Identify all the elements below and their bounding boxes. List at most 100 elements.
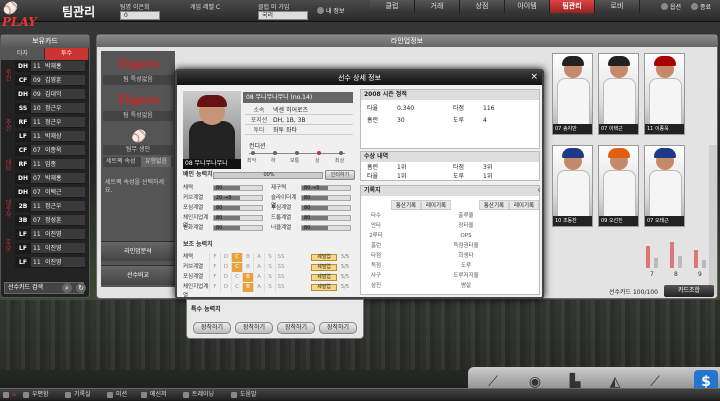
row-name: 이택근 xyxy=(45,189,62,196)
player-compare-button[interactable]: 선수비교 xyxy=(101,265,175,285)
player-card-row[interactable]: RF 11 정근우 xyxy=(15,117,85,128)
card-label: 07 송지만 xyxy=(553,124,592,134)
row-position: 3B xyxy=(15,215,31,226)
player-card-row[interactable]: DH 09 김대익 xyxy=(15,89,85,100)
player-card-row[interactable]: DH 07 이택근 xyxy=(15,187,85,198)
grade-cell: B xyxy=(242,263,253,272)
bottom-item-training[interactable]: 트레이닝 xyxy=(182,389,214,401)
sub-key: 체력 xyxy=(183,254,194,260)
search-icon[interactable]: ⌕ xyxy=(62,283,72,293)
tab-pitcher[interactable]: 투수 xyxy=(45,48,89,60)
row-number: 11 xyxy=(33,63,41,70)
grade-cell: F xyxy=(209,283,220,292)
player-card-row[interactable]: CF 09 김영훈 xyxy=(15,75,85,86)
player-card-row[interactable]: SS 10 정근우 xyxy=(15,103,85,114)
row-number: 09 xyxy=(33,77,41,84)
game-logo: ⚾ PLAY xyxy=(2,1,37,29)
my-info-button[interactable]: 내 정보 xyxy=(316,6,344,16)
menu-team-manage[interactable]: 팀관리 xyxy=(550,0,595,13)
menu-lobby[interactable]: 로비 xyxy=(595,0,640,13)
player-card-row[interactable]: LF 11 박재상 xyxy=(15,131,85,142)
ability-value: 80 xyxy=(304,195,311,201)
bottom-item-records[interactable]: 기록실 xyxy=(64,389,91,401)
record-label: 득점권타율 xyxy=(453,243,479,249)
menu-item[interactable]: 아이템 xyxy=(505,0,550,13)
close-icon[interactable]: × xyxy=(530,72,538,82)
grade-cell: C xyxy=(231,263,242,272)
row-name: 이진영 xyxy=(45,231,62,238)
lineup-player-card[interactable]: 07 오태근 xyxy=(644,145,685,227)
player-card-row[interactable]: 3B 07 정성훈 xyxy=(15,215,85,226)
upgrade-button[interactable]: 세밀업 xyxy=(311,274,337,281)
upgrade-button[interactable]: 세밀업 xyxy=(311,264,337,271)
upgrade-button[interactable]: 세밀업 xyxy=(311,254,337,261)
award-key: 도루 xyxy=(453,173,465,180)
stat-bar xyxy=(678,256,682,268)
lineup-analysis-button[interactable]: 라인업분석 xyxy=(101,241,175,261)
record-label: 도루저지율 xyxy=(453,273,479,279)
bottom-item-mailbox[interactable]: 우편함 xyxy=(22,389,49,401)
player-card-row[interactable]: RF 11 임종 xyxy=(15,159,85,170)
special-ability-title: 특수 능력치 xyxy=(191,306,221,313)
bottom-item-messenger[interactable]: 메신저 xyxy=(140,389,167,401)
ability-row: 변화계열 80 xyxy=(183,224,269,232)
menu-club[interactable]: 클럽 xyxy=(370,0,415,13)
equip-button[interactable]: 장착하기 xyxy=(235,322,273,334)
top-bar: ⚾ PLAY 팀관리 팀명 이은희 게임 레벨 C 클럽 미 가입 0 국리 내… xyxy=(0,0,720,29)
card-label: 10 조동찬 xyxy=(553,216,592,226)
club-label: 클럽 미 가입 xyxy=(258,4,290,11)
bottom-item-help[interactable]: 도움말 xyxy=(230,389,257,401)
tab-batter[interactable]: 타자 xyxy=(1,48,45,60)
player-card-row[interactable]: DH 11 박재홍 xyxy=(15,61,85,72)
ability-row: 드롭계열 80 xyxy=(271,214,357,222)
row-number: 07 xyxy=(33,175,41,182)
row-position: CF xyxy=(15,145,31,156)
team-trait-label-2: 팀 특성없음 xyxy=(103,111,173,121)
photo-tag: 08 무니무나무니 xyxy=(183,159,241,169)
player-card-row[interactable]: LF 11 이진영 xyxy=(15,257,85,268)
player-card-row[interactable]: LF 11 이진영 xyxy=(15,243,85,254)
player-card-row[interactable]: CF 07 이종욱 xyxy=(15,145,85,156)
menu-shop[interactable]: 상점 xyxy=(460,0,505,13)
chevron-left-icon[interactable]: ‹ xyxy=(537,185,541,196)
bar-number: 7 xyxy=(650,271,654,278)
record-label: 희생타 xyxy=(458,253,474,259)
exit-button[interactable]: 종료 xyxy=(690,2,711,12)
equip-button[interactable]: 장착하기 xyxy=(319,322,357,334)
condition-level: 최상 xyxy=(335,158,345,164)
info-value: 넥센 히어로즈 xyxy=(273,107,309,114)
upgrade-button[interactable]: 세밀업 xyxy=(311,284,337,291)
lineup-player-card[interactable]: 07 이택근 xyxy=(598,53,639,135)
lineup-player-card[interactable]: 09 오선진 xyxy=(598,145,639,227)
equip-button[interactable]: 장착하기 xyxy=(277,322,315,334)
info-value: 좌투 좌타 xyxy=(273,127,297,134)
equip-button[interactable]: 장착하기 xyxy=(193,322,231,334)
screen-title: 팀관리 xyxy=(62,5,96,19)
ability-key: 드롭계열 xyxy=(271,215,292,221)
grade-cell: B xyxy=(242,283,253,292)
team-logo-2: Tigers xyxy=(116,93,160,107)
lineup-player-card[interactable]: 10 조동찬 xyxy=(552,145,593,227)
stat-bars: 7 8 9 xyxy=(642,233,712,278)
player-detail-modal: 선수 상세 정보 × 08 무니무나무니 08 무니무나무니 (no.14) 소… xyxy=(175,69,544,299)
ability-row: 제구력 80 →3 xyxy=(271,184,357,192)
card-number: 09 오선진 xyxy=(601,218,623,224)
player-card-row[interactable]: DH 07 박재홍 xyxy=(15,173,85,184)
player-card-row[interactable]: LF 11 이진영 xyxy=(15,229,85,240)
player-card-row[interactable]: 2B 11 정근우 xyxy=(15,201,85,212)
ability-value: 80 xyxy=(304,225,311,231)
home-icon[interactable]: ⌂ xyxy=(2,389,16,401)
options-button[interactable]: 옵션 xyxy=(660,2,681,12)
lineup-player-card[interactable]: 11 이종욱 xyxy=(644,53,685,135)
card-search-field[interactable]: 선수카드 검색 xyxy=(4,282,84,294)
row-name: 김영훈 xyxy=(45,77,62,84)
refresh-icon[interactable]: ↻ xyxy=(76,283,86,293)
set-pack-value[interactable]: 유형없음 xyxy=(141,157,171,167)
lineup-player-card[interactable]: 07 송지만 xyxy=(552,53,593,135)
info-row: 포지션 DH, 1B, 3B xyxy=(245,116,353,125)
menu-trade[interactable]: 거래 xyxy=(415,0,460,13)
card-combo-button[interactable]: 카드조합 xyxy=(664,285,714,297)
season-value: 116 xyxy=(483,105,495,112)
xp-button[interactable]: 인터하기 xyxy=(325,170,355,180)
bottom-item-mission[interactable]: 미션 xyxy=(106,389,127,401)
